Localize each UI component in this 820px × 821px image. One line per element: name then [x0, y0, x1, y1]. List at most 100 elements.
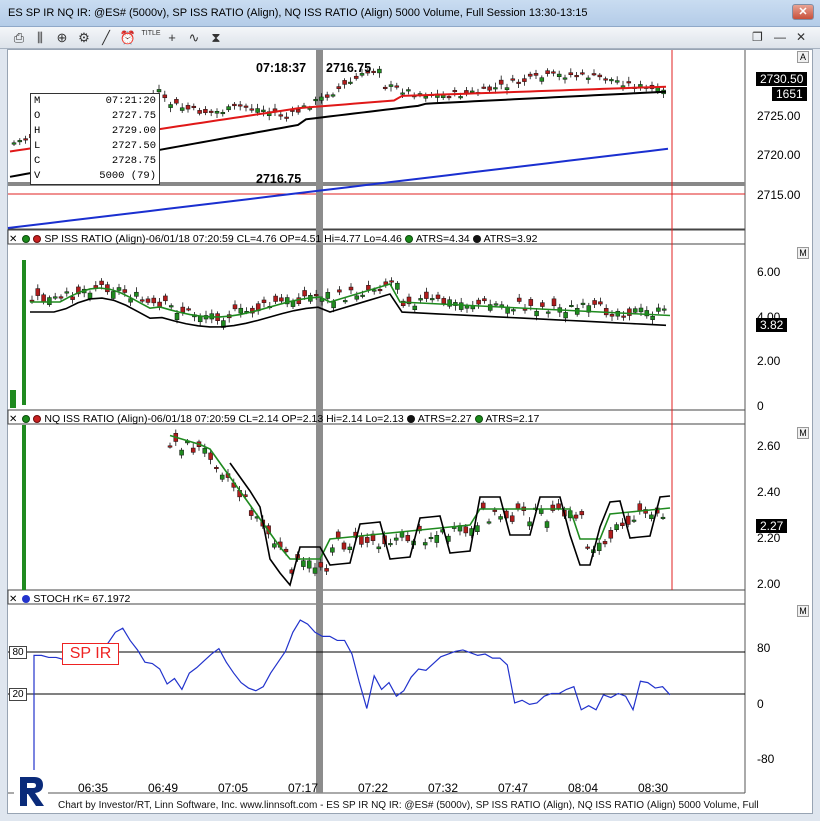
nq-panel-close-icon[interactable]: ✕ — [9, 413, 17, 426]
price-candle — [348, 81, 353, 84]
sp-candle — [186, 308, 191, 311]
nq-candle — [614, 524, 619, 530]
sp-spike-high — [22, 260, 26, 405]
sp-candle — [145, 298, 151, 303]
sp-candle — [87, 292, 93, 299]
price-panel-marker[interactable]: A — [797, 51, 809, 63]
x-label-9: 08:30 — [638, 781, 669, 795]
price-candle — [591, 73, 597, 76]
price-candle — [446, 96, 452, 99]
price-candle — [249, 108, 255, 111]
nq-candle — [219, 474, 225, 480]
price-candle — [469, 90, 475, 93]
sp-spike-low — [10, 390, 16, 408]
sp-candle — [168, 305, 174, 308]
nq-ylabel-1: 2.60 — [757, 439, 781, 453]
sp-candle — [238, 307, 244, 314]
nq-down-dot-icon — [33, 415, 42, 423]
sp-candle — [232, 304, 238, 310]
sp-ylabel-1: 6.00 — [757, 265, 781, 279]
sp-candle — [52, 296, 58, 299]
nq-candle — [347, 546, 353, 550]
price-candle — [400, 92, 405, 95]
sp-candle — [435, 294, 441, 299]
nq-atrs2-dot-icon — [474, 415, 483, 423]
stoch-panel-close-icon[interactable]: ✕ — [9, 593, 17, 606]
last-price-tag: 2730.50 — [756, 72, 808, 86]
price-candle — [330, 94, 336, 97]
nq-ylabel-2: 2.40 — [757, 485, 781, 499]
sp-candle — [621, 315, 626, 318]
sp-candle — [516, 297, 522, 302]
sp-candle — [545, 311, 551, 314]
nq-atrs2: ATRS=2.17 — [485, 412, 540, 425]
price-candle — [261, 109, 266, 112]
x-label-5: 07:22 — [358, 781, 389, 795]
sp-candle — [122, 289, 128, 293]
price-candle — [226, 106, 231, 111]
x-label-1: 06:35 — [78, 781, 109, 795]
price-candle — [539, 77, 545, 82]
sp-candle — [337, 289, 342, 293]
sp-candle — [180, 306, 186, 313]
nq-atrs-green — [169, 434, 671, 560]
price-candle — [614, 80, 620, 83]
nq-candle — [509, 515, 515, 522]
x-label-6: 07:32 — [428, 781, 459, 795]
sp-panel-close-icon[interactable]: ✕ — [9, 233, 17, 246]
x-label-2: 06:49 — [148, 781, 179, 795]
price-candle — [232, 103, 237, 107]
sp-candle — [325, 292, 331, 299]
nq-candle — [179, 449, 184, 456]
nq-candle — [272, 543, 277, 548]
sp-candle — [487, 304, 493, 311]
sp-candle — [592, 300, 597, 305]
nq-candle — [649, 514, 654, 519]
sp-candle — [348, 286, 354, 291]
sp-candle — [110, 291, 116, 299]
price-candle — [487, 86, 492, 91]
stoch-dot-icon — [22, 595, 31, 603]
sp-candle — [273, 295, 278, 302]
price-candle — [185, 105, 191, 110]
price-candle — [214, 110, 220, 114]
ohlc-row-low: L 2727.50 — [34, 140, 156, 152]
nq-candle — [631, 519, 637, 522]
price-candle — [11, 142, 17, 145]
footer-credit: Chart by Investor/RT, Linn Software, Inc… — [58, 800, 759, 811]
nq-panel-marker[interactable]: M — [797, 427, 809, 439]
nq-spike — [22, 425, 26, 590]
price-candle — [336, 86, 342, 89]
nq-candle — [498, 516, 503, 520]
cursor-time-annotation: 07:18:37 — [256, 61, 307, 75]
stoch-panel-marker[interactable]: M — [797, 605, 809, 617]
price-candle — [162, 94, 168, 99]
sp-candle — [511, 309, 516, 312]
price-candle — [498, 79, 504, 85]
price-candle — [452, 90, 458, 93]
nq-candle — [364, 537, 370, 543]
nq-candle — [388, 543, 393, 546]
sp-candle — [412, 305, 418, 310]
nq-candle — [660, 516, 666, 519]
sp-candle — [458, 302, 464, 310]
sp-candle — [163, 295, 168, 302]
nq-candle — [463, 526, 469, 534]
nq-candle — [376, 546, 382, 550]
sp-ylabel-2: 4.00 — [757, 310, 781, 324]
price-candle — [406, 89, 411, 92]
investor-rt-logo-icon — [14, 773, 48, 809]
sp-candle — [650, 315, 655, 320]
sp-panel-marker[interactable]: M — [797, 247, 809, 259]
nq-candle — [393, 537, 399, 541]
nq-candle — [486, 521, 492, 524]
nq-candle — [208, 452, 213, 460]
price-candle — [504, 87, 510, 90]
volume-tag: 1651 — [772, 87, 807, 101]
price-candle — [203, 109, 208, 114]
sp-candle — [366, 285, 371, 291]
sp-ir-label-box: SP IR — [62, 643, 119, 665]
nq-up-dot-icon — [22, 415, 31, 423]
sp-candle — [441, 298, 447, 304]
nq-candle — [544, 521, 550, 528]
